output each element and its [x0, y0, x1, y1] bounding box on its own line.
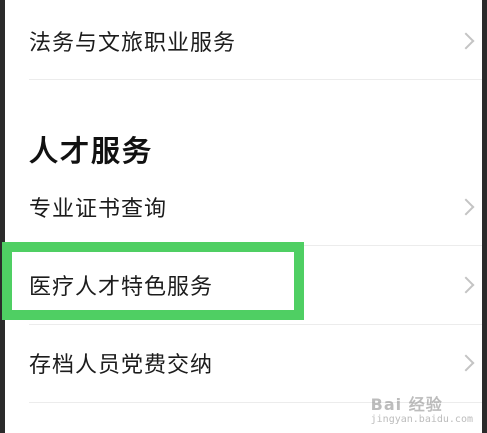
list-item-party-fee-payment[interactable]: 存档人员党费交纳	[29, 324, 482, 402]
bezel-right	[482, 0, 487, 433]
list-item-certificate-query[interactable]: 专业证书查询	[29, 168, 482, 246]
watermark-logo: Bai 经验	[370, 395, 443, 415]
section-title: 人才服务	[29, 134, 154, 168]
watermark-url: jingyan.baidu.com	[370, 414, 473, 425]
chevron-right-icon	[457, 354, 475, 372]
list-item-label: 法务与文旅职业服务	[29, 31, 237, 56]
list-item-label: 专业证书查询	[29, 197, 168, 222]
list-item-label: 医疗人才特色服务	[29, 275, 214, 300]
service-list: 法务与文旅职业服务 人才服务 专业证书查询 医疗人才特色服务 存档人员党费交纳	[5, 0, 482, 433]
watermark: Bai 经验 jingyan.baidu.com	[371, 396, 473, 425]
screen: 法务与文旅职业服务 人才服务 专业证书查询 医疗人才特色服务 存档人员党费交纳 …	[0, 0, 487, 433]
chevron-right-icon	[457, 276, 475, 294]
list-item-legal-culture-tourism[interactable]: 法务与文旅职业服务	[29, 2, 482, 80]
list-item-label: 存档人员党费交纳	[29, 353, 214, 378]
chevron-right-icon	[457, 32, 475, 50]
list-item-medical-talent-service[interactable]: 医疗人才特色服务	[29, 246, 482, 324]
chevron-right-icon	[457, 198, 475, 216]
divider	[29, 79, 482, 80]
